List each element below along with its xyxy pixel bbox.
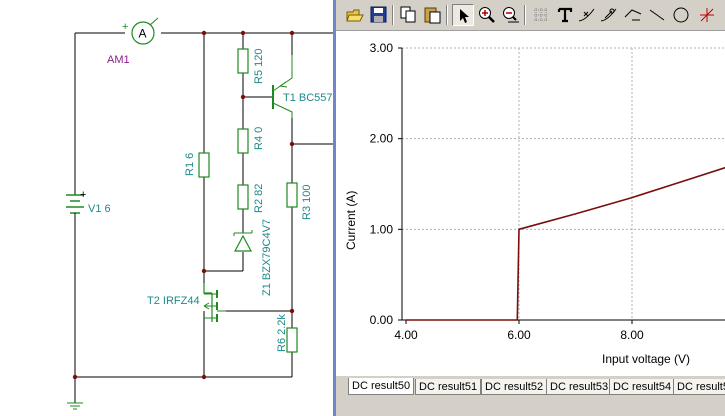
r4-label: R4 0 (253, 127, 265, 150)
save-button[interactable] (368, 4, 390, 26)
text-button[interactable] (554, 4, 576, 26)
cursor-cross-icon (700, 8, 714, 22)
zoom-in-button[interactable] (476, 4, 498, 26)
v1-label: V1 6 (88, 203, 111, 215)
resistor-r4[interactable]: R4 0 (237, 127, 265, 154)
y-tick-label: 3.00 (370, 41, 394, 55)
curve-label-icon (578, 8, 595, 22)
zoom-in-icon (479, 7, 495, 23)
curve-marker-icon (600, 8, 617, 22)
circle-button[interactable] (670, 4, 692, 26)
series-line-0 (406, 166, 725, 321)
schematic-canvas[interactable]: A + AM1 + V1 6 R1 6 R5 120 T1 BC557 R4 0… (0, 0, 335, 416)
y-tick-label: 1.00 (370, 222, 394, 236)
tab-dc-result54[interactable]: DC result54 (609, 379, 676, 395)
iv-chart[interactable]: 0.00 1.00 2.00 3.00 4.00 6.00 8.00 Current (A)… (336, 31, 725, 376)
zener-z1[interactable]: Z1 BZX79C4V7 (233, 219, 273, 296)
ammeter-symbol: A (139, 27, 147, 41)
tab-dc-result55[interactable]: DC result55 (673, 379, 725, 395)
ammeter-name: AM1 (107, 54, 130, 66)
ground-symbol (67, 402, 83, 410)
text-icon (557, 7, 573, 23)
curve-label-button[interactable] (576, 4, 598, 26)
formula-curve-button[interactable] (622, 4, 644, 26)
x-tick-label: 6.00 (507, 328, 531, 342)
y-tick-label: 2.00 (370, 132, 394, 146)
x-axis-label: Input voltage (V) (602, 352, 690, 366)
x-tick-label: 4.00 (394, 328, 418, 342)
copy-icon (400, 6, 416, 23)
chart-series (406, 166, 725, 321)
y-axis-label: Current (A) (344, 191, 358, 250)
mosfet-t2[interactable]: T2 IRFZ44 (147, 283, 226, 322)
battery-plus: + (80, 189, 86, 201)
chart-ticks: 0.00 1.00 2.00 3.00 4.00 6.00 8.00 (370, 41, 644, 342)
ammeter-plus: + (122, 21, 128, 33)
paste-icon (424, 7, 441, 24)
curve-marker-button[interactable] (598, 4, 620, 26)
resistor-r3[interactable]: R3 100 (286, 182, 313, 220)
zoom-out-100-icon (503, 7, 519, 23)
grid-icon (534, 8, 548, 22)
line-icon (649, 9, 665, 21)
r3-label: R3 100 (301, 185, 313, 220)
resistor-r2[interactable]: R2 82 (237, 184, 265, 213)
t1-label: T1 BC557 (283, 92, 333, 104)
circle-icon (673, 7, 689, 23)
tab-dc-result50[interactable]: DC result50 (348, 378, 415, 395)
paste-button[interactable] (422, 4, 444, 26)
tab-dc-result51[interactable]: DC result51 (415, 379, 482, 395)
r2-label: R2 82 (253, 184, 265, 213)
t2-label: T2 IRFZ44 (147, 295, 200, 307)
grid-button[interactable] (530, 4, 552, 26)
resistor-r1[interactable]: R1 6 (184, 152, 210, 178)
line-button[interactable] (646, 4, 668, 26)
resistor-r6[interactable]: R6 2.2k (276, 314, 298, 353)
r1-label: R1 6 (184, 153, 196, 176)
r6-label: R6 2.2k (276, 314, 288, 352)
open-button[interactable] (344, 4, 366, 26)
battery-v1[interactable]: + V1 6 (66, 189, 111, 217)
resistor-r5[interactable]: R5 120 (237, 48, 265, 84)
formula-curve-icon (624, 9, 642, 21)
result-tabs: DC result50 DC result51 DC result52 DC r… (336, 376, 725, 416)
save-icon (370, 6, 387, 23)
toolbar (336, 0, 725, 31)
x-tick-label: 8.00 (620, 328, 644, 342)
transistor-t1[interactable]: T1 BC557 (272, 55, 333, 118)
cursor-cross-button[interactable] (696, 4, 718, 26)
zoom-out-button[interactable] (500, 4, 522, 26)
tab-dc-result52[interactable]: DC result52 (481, 379, 548, 395)
ammeter-am1[interactable]: A + AM1 (107, 17, 159, 66)
z1-label: Z1 BZX79C4V7 (261, 219, 273, 296)
y-tick-label: 0.00 (370, 313, 394, 327)
pointer-button[interactable] (452, 4, 474, 26)
r5-label: R5 120 (253, 49, 265, 84)
diagram-window: 0.00 1.00 2.00 3.00 4.00 6.00 8.00 Current (A)… (333, 0, 725, 416)
copy-button[interactable] (398, 4, 420, 26)
pointer-icon (460, 9, 469, 23)
tab-dc-result53[interactable]: DC result53 (546, 379, 613, 395)
plot-area[interactable]: 0.00 1.00 2.00 3.00 4.00 6.00 8.00 Current (A)… (336, 31, 725, 376)
open-icon (346, 9, 364, 22)
